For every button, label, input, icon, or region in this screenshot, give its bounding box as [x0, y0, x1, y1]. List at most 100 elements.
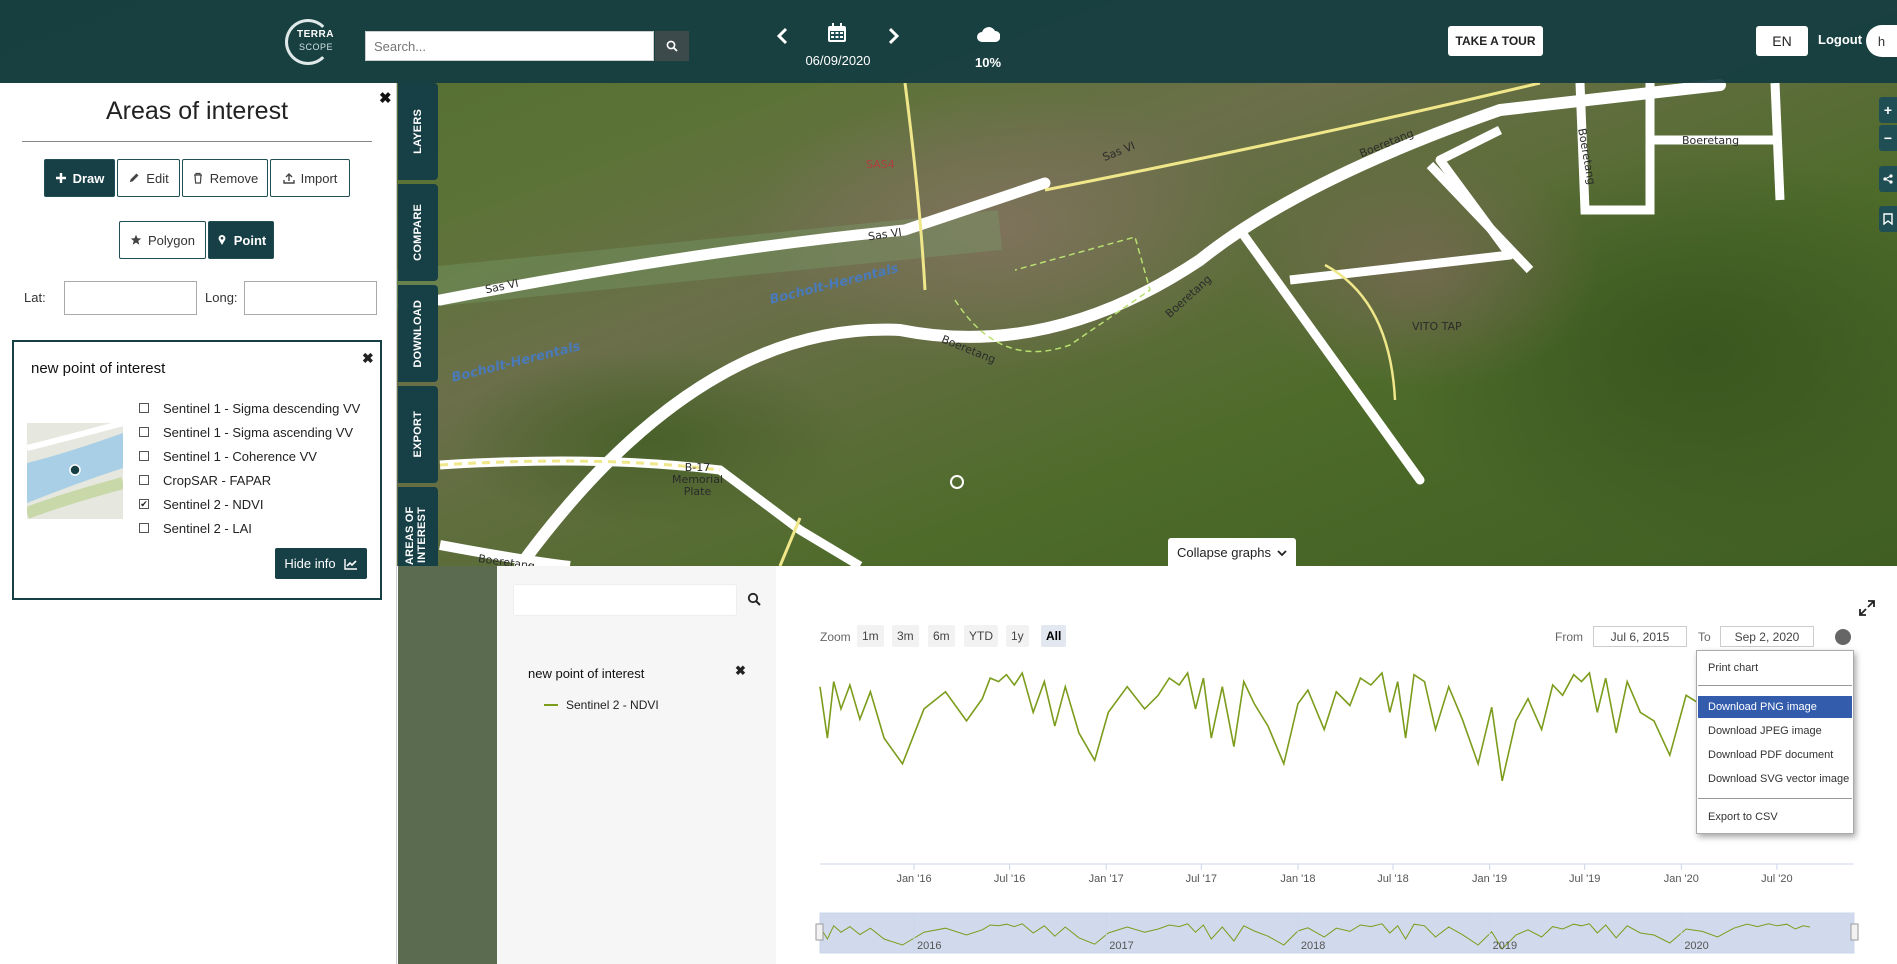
lat-input[interactable]: [64, 281, 197, 315]
poi-title: new point of interest: [31, 360, 166, 377]
close-icon[interactable]: ✖: [362, 350, 374, 367]
checkbox[interactable]: [139, 523, 149, 533]
poi-marker: [950, 475, 964, 489]
calendar-icon[interactable]: [826, 22, 848, 44]
close-icon[interactable]: ✖: [735, 663, 746, 679]
chevron-down-icon: [1277, 549, 1287, 556]
top-bar: TERRA SCOPE 06/09/2020 10% TAKE A TOUR E…: [0, 0, 1897, 83]
x-tick-label: Jan '17: [1089, 873, 1124, 885]
checkbox[interactable]: [139, 451, 149, 461]
search-icon[interactable]: [747, 592, 761, 606]
navigator-year-label: 2017: [1109, 940, 1133, 952]
avatar[interactable]: h: [1866, 25, 1897, 57]
map-label: VITO TAP: [1412, 320, 1462, 333]
long-input[interactable]: [244, 281, 377, 315]
edit-button[interactable]: Edit: [117, 159, 180, 197]
x-tick-label: Jul '17: [1186, 873, 1217, 885]
prev-date-button[interactable]: [771, 24, 793, 48]
search-icon: [666, 40, 678, 52]
poi-card: new point of interest ✖ Sentinel 1 - Sig…: [12, 340, 382, 600]
divider: [1698, 685, 1852, 686]
draw-button[interactable]: Draw: [44, 159, 115, 197]
tab-export[interactable]: EXPORT: [398, 386, 438, 483]
chevron-right-icon: [888, 27, 900, 45]
pencil-icon: [130, 173, 139, 182]
take-tour-button[interactable]: TAKE A TOUR: [1448, 26, 1543, 56]
logout-link[interactable]: Logout: [1818, 32, 1862, 47]
navigator-year-label: 2019: [1493, 940, 1517, 952]
cloud-icon[interactable]: [976, 25, 1000, 43]
x-tick-label: Jan '16: [896, 873, 931, 885]
polygon-button[interactable]: Polygon: [119, 221, 206, 259]
long-label: Long:: [205, 290, 238, 305]
checkbox[interactable]: [139, 427, 149, 437]
search-input[interactable]: [365, 31, 654, 61]
bookmark-icon: [1883, 213, 1893, 225]
selected-date[interactable]: 06/09/2020: [790, 53, 886, 68]
series-legend-item[interactable]: Sentinel 2 - NDVI: [544, 698, 659, 712]
cloud-cover-value: 10%: [974, 55, 1002, 70]
chart-export-menu: Print chart Download PNG image Download …: [1696, 650, 1854, 834]
bookmark-button[interactable]: [1879, 206, 1897, 232]
language-button[interactable]: EN: [1756, 26, 1808, 56]
download-pdf-item[interactable]: Download PDF document: [1698, 744, 1852, 766]
download-svg-item[interactable]: Download SVG vector image: [1698, 768, 1852, 790]
terrascope-logo[interactable]: TERRA SCOPE: [283, 15, 347, 67]
checkbox[interactable]: [139, 403, 149, 413]
ndvi-series-line: [819, 671, 1811, 782]
divider: [22, 141, 372, 142]
map-strip: [398, 566, 497, 964]
download-jpeg-item[interactable]: Download JPEG image: [1698, 720, 1852, 742]
search-button[interactable]: [655, 31, 689, 61]
collapse-graphs-button[interactable]: Collapse graphs: [1168, 538, 1296, 567]
tab-download[interactable]: DOWNLOAD: [398, 285, 438, 382]
share-button[interactable]: [1879, 166, 1897, 192]
layer-checkbox-row[interactable]: Sentinel 1 - Sigma ascending VV: [139, 423, 353, 441]
download-png-item[interactable]: Download PNG image: [1698, 696, 1852, 718]
remove-button[interactable]: Remove: [182, 159, 268, 197]
poi-thumbnail: [27, 423, 123, 519]
tab-layers[interactable]: LAYERS: [398, 83, 438, 180]
areas-of-interest-panel: ✖ Areas of interest Draw Edit Remove Imp…: [0, 83, 397, 964]
hide-info-button[interactable]: Hide info: [275, 548, 367, 579]
layer-checkbox-row[interactable]: CropSAR - FAPAR: [139, 471, 271, 489]
layer-checkbox-row[interactable]: Sentinel 1 - Coherence VV: [139, 447, 317, 465]
export-csv-item[interactable]: Export to CSV: [1698, 806, 1852, 828]
layer-checkbox-row[interactable]: Sentinel 2 - LAI: [139, 519, 252, 537]
map-label: B-17 Memorial Plate: [671, 461, 724, 498]
plus-icon: [55, 173, 66, 183]
checkbox[interactable]: [139, 475, 149, 485]
next-date-button[interactable]: [883, 24, 905, 48]
layer-checkbox-row[interactable]: Sentinel 1 - Sigma descending VV: [139, 399, 360, 417]
x-tick-label: Jul '19: [1569, 873, 1600, 885]
map-marker-icon: [218, 234, 226, 245]
point-button[interactable]: Point: [208, 221, 274, 259]
zoom-in-button[interactable]: +: [1879, 97, 1897, 123]
checkbox-checked[interactable]: ✔: [139, 499, 149, 509]
import-button[interactable]: Import: [270, 159, 350, 197]
print-chart-item[interactable]: Print chart: [1698, 657, 1852, 679]
graph-series-panel: new point of interest ✖ Sentinel 2 - NDV…: [497, 566, 776, 964]
divider: [1698, 798, 1852, 799]
lat-label: Lat:: [24, 290, 46, 305]
chevron-left-icon: [776, 27, 788, 45]
x-tick-label: Jan '18: [1280, 873, 1315, 885]
navigator-handle-right: [1850, 923, 1859, 941]
navigator-year-label: 2018: [1301, 940, 1325, 952]
star-icon: [130, 234, 142, 245]
close-icon[interactable]: ✖: [379, 89, 392, 107]
series-search-input[interactable]: [513, 584, 737, 616]
upload-icon: [282, 173, 295, 184]
x-tick-label: Jul '18: [1377, 873, 1408, 885]
series-group-title: new point of interest: [528, 666, 645, 681]
navigator-handle-left: [815, 923, 824, 941]
x-tick-label: Jul '20: [1761, 873, 1792, 885]
zoom-out-button[interactable]: −: [1879, 125, 1897, 151]
share-icon: [1883, 174, 1893, 184]
layer-checkbox-row[interactable]: ✔ Sentinel 2 - NDVI: [139, 495, 263, 513]
map-label: SAS4: [866, 158, 895, 171]
tab-compare[interactable]: COMPARE: [398, 184, 438, 281]
navigator-year-label: 2016: [917, 940, 941, 952]
x-tick-label: Jan '19: [1472, 873, 1507, 885]
map-label: Boeretang: [1682, 134, 1740, 147]
